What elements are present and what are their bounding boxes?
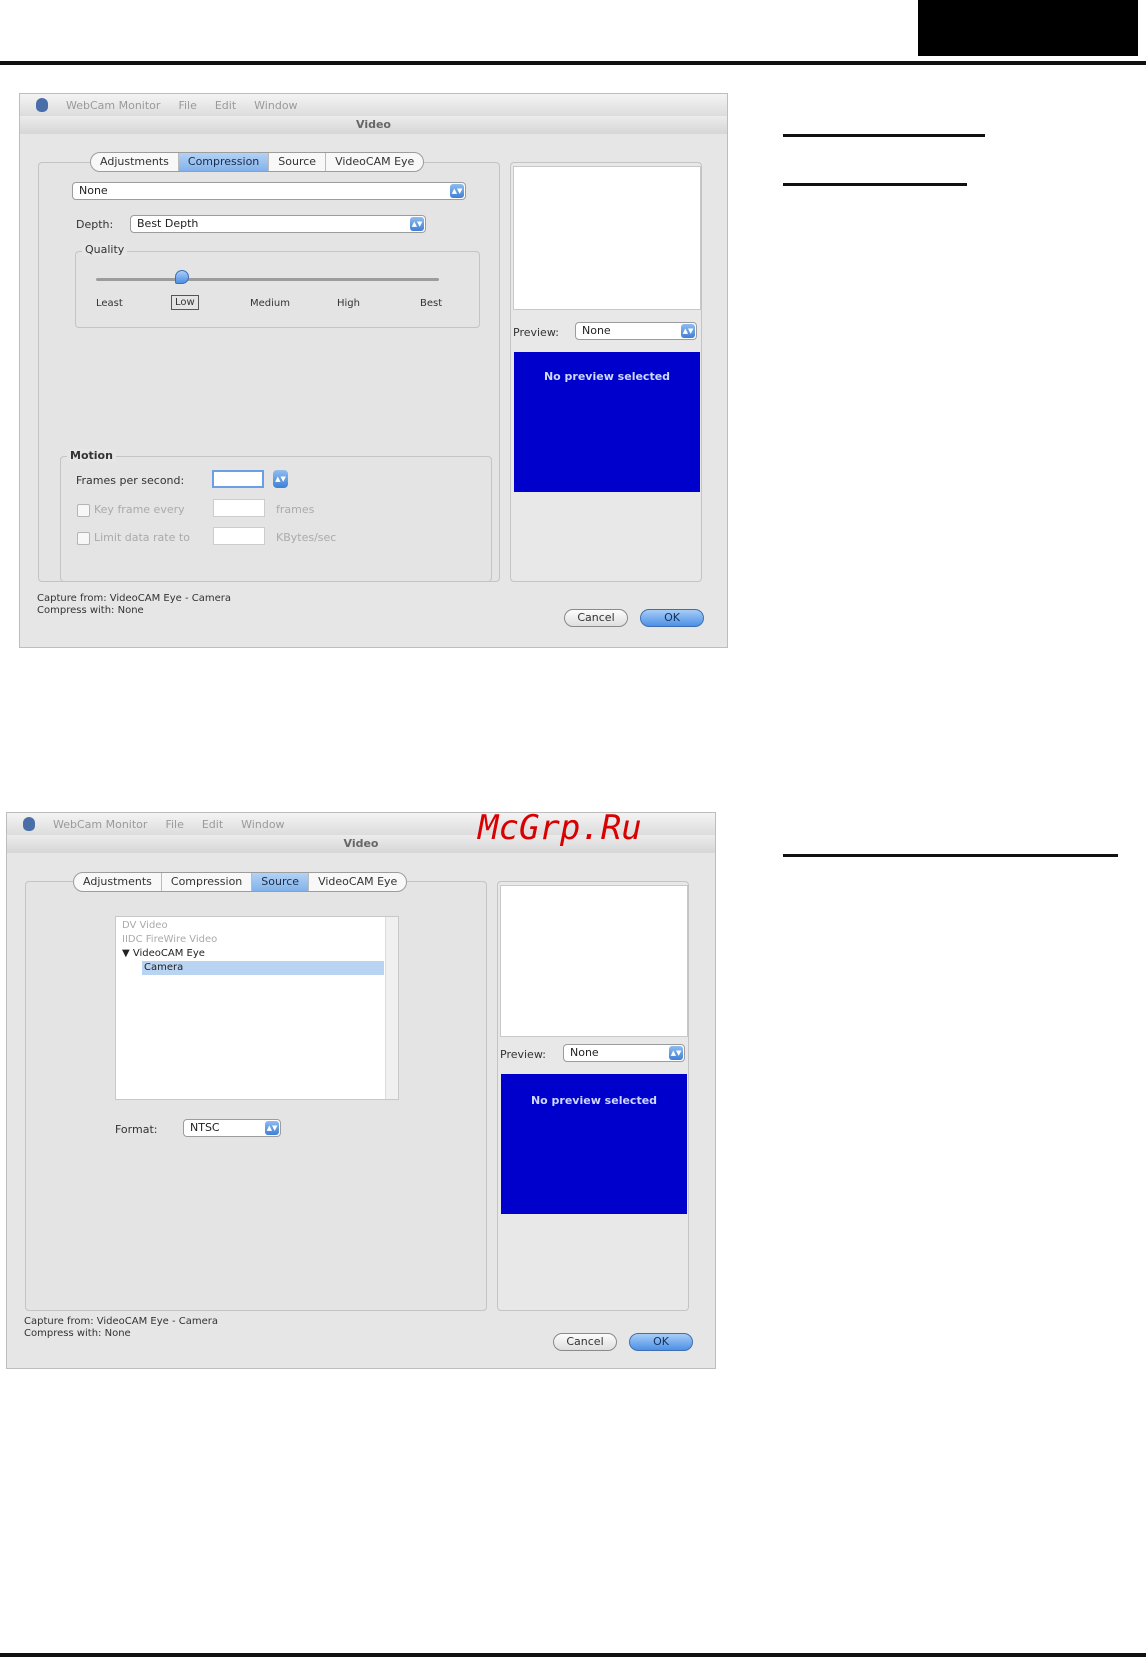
source-item-camera[interactable]: Camera [142,961,384,975]
apple-icon[interactable] [23,817,35,831]
limit-data-checkbox[interactable] [77,532,90,545]
tab-videocam-eye[interactable]: VideoCAM Eye [326,153,423,171]
heading-underline-1 [783,134,985,137]
tab-bar: Adjustments Compression Source VideoCAM … [90,152,425,172]
key-frame-input[interactable] [213,499,265,517]
quality-tick-medium: Medium [250,298,290,309]
status-capture: Capture from: VideoCAM Eye - Camera [37,593,232,604]
motion-label: Motion [67,449,116,462]
header-rule [0,61,1146,65]
preview-value: None [570,1046,599,1059]
status-text: Capture from: VideoCAM Eye - Camera Comp… [37,593,231,617]
quality-group [75,251,480,328]
tab-compression[interactable]: Compression [162,873,253,891]
window-title: Video [20,116,727,134]
quality-slider-thumb[interactable] [174,270,189,284]
tab-videocam-eye[interactable]: VideoCAM Eye [309,873,406,891]
menu-file[interactable]: File [178,99,196,112]
menu-window[interactable]: Window [241,818,284,831]
limit-data-input[interactable] [213,527,265,545]
tab-source[interactable]: Source [252,873,310,891]
select-arrows-icon: ▲▼ [265,1121,279,1135]
quality-slider-track[interactable] [96,278,439,281]
compressor-value: None [79,184,108,197]
limit-data-label: Limit data rate to [94,531,190,544]
key-frame-label: Key frame every [94,503,185,516]
quality-tick-low: Low [171,295,199,310]
select-arrows-icon: ▲▼ [681,324,695,338]
menu-app[interactable]: WebCam Monitor [53,818,147,831]
tab-adjustments[interactable]: Adjustments [74,873,162,891]
watermark: McGrp.Ru [478,808,642,848]
compressor-select[interactable]: None ▲▼ [72,182,466,200]
tab-adjustments[interactable]: Adjustments [91,153,179,171]
source-list-scrollbar[interactable] [385,917,398,1099]
cancel-button[interactable]: Cancel [553,1333,617,1351]
video-dialog-source: WebCam Monitor File Edit Window Video Ad… [6,812,716,1369]
select-arrows-icon: ▲▼ [669,1046,683,1060]
fps-input[interactable] [212,470,264,488]
menu-window[interactable]: Window [254,99,297,112]
quality-label: Quality [82,243,128,256]
key-frame-checkbox[interactable] [77,504,90,517]
ok-button[interactable]: OK [629,1333,693,1351]
tab-bar: Adjustments Compression Source VideoCAM … [73,872,408,892]
menu-app[interactable]: WebCam Monitor [66,99,160,112]
fps-label: Frames per second: [76,474,185,487]
source-list[interactable]: DV Video IIDC FireWire Video ▼ VideoCAM … [115,916,399,1100]
menu-file[interactable]: File [165,818,183,831]
quality-tick-least: Least [96,298,123,309]
depth-select[interactable]: Best Depth ▲▼ [130,215,426,233]
format-select[interactable]: NTSC ▲▼ [183,1119,281,1137]
video-dialog-compression: WebCam Monitor File Edit Window Video Ad… [19,93,728,648]
depth-value: Best Depth [137,217,199,230]
source-item[interactable]: IIDC FireWire Video [122,933,217,947]
menu-edit[interactable]: Edit [215,99,236,112]
preview-select[interactable]: None ▲▼ [563,1044,685,1062]
preview-value: None [582,324,611,337]
select-arrows-icon: ▲▼ [410,217,424,231]
quality-tick-high: High [337,298,360,309]
status-compress: Compress with: None [24,1328,131,1339]
cancel-button[interactable]: Cancel [564,609,628,627]
preview-message: No preview selected [501,1074,687,1214]
menu-bar: WebCam Monitor File Edit Window [20,94,727,116]
depth-label: Depth: [76,218,114,231]
preview-label: Preview: [513,326,559,339]
quality-tick-best: Best [420,298,443,309]
heading-underline-3 [783,854,1118,857]
preview-label: Preview: [500,1048,546,1061]
status-compress: Compress with: None [37,605,144,616]
tab-source[interactable]: Source [269,153,327,171]
fps-stepper[interactable]: ▲▼ [273,470,288,488]
source-item-videocam[interactable]: ▼ VideoCAM Eye [122,947,205,961]
menu-edit[interactable]: Edit [202,818,223,831]
footer-rule [0,1653,1146,1657]
preview-image-area [513,166,701,310]
status-text: Capture from: VideoCAM Eye - Camera Comp… [24,1316,218,1340]
tab-compression[interactable]: Compression [178,153,270,171]
header-black-box [918,0,1138,56]
heading-underline-2 [783,183,967,186]
key-frame-unit: frames [276,503,315,516]
preview-select[interactable]: None ▲▼ [575,322,697,340]
preview-image-area [500,885,688,1037]
format-value: NTSC [190,1121,220,1134]
format-label: Format: [115,1123,158,1136]
select-arrows-icon: ▲▼ [450,184,464,198]
ok-button[interactable]: OK [640,609,704,627]
apple-icon[interactable] [36,98,48,112]
status-capture: Capture from: VideoCAM Eye - Camera [24,1316,219,1327]
preview-message: No preview selected [514,352,700,492]
limit-data-unit: KBytes/sec [276,531,337,544]
source-item[interactable]: DV Video [122,919,168,933]
